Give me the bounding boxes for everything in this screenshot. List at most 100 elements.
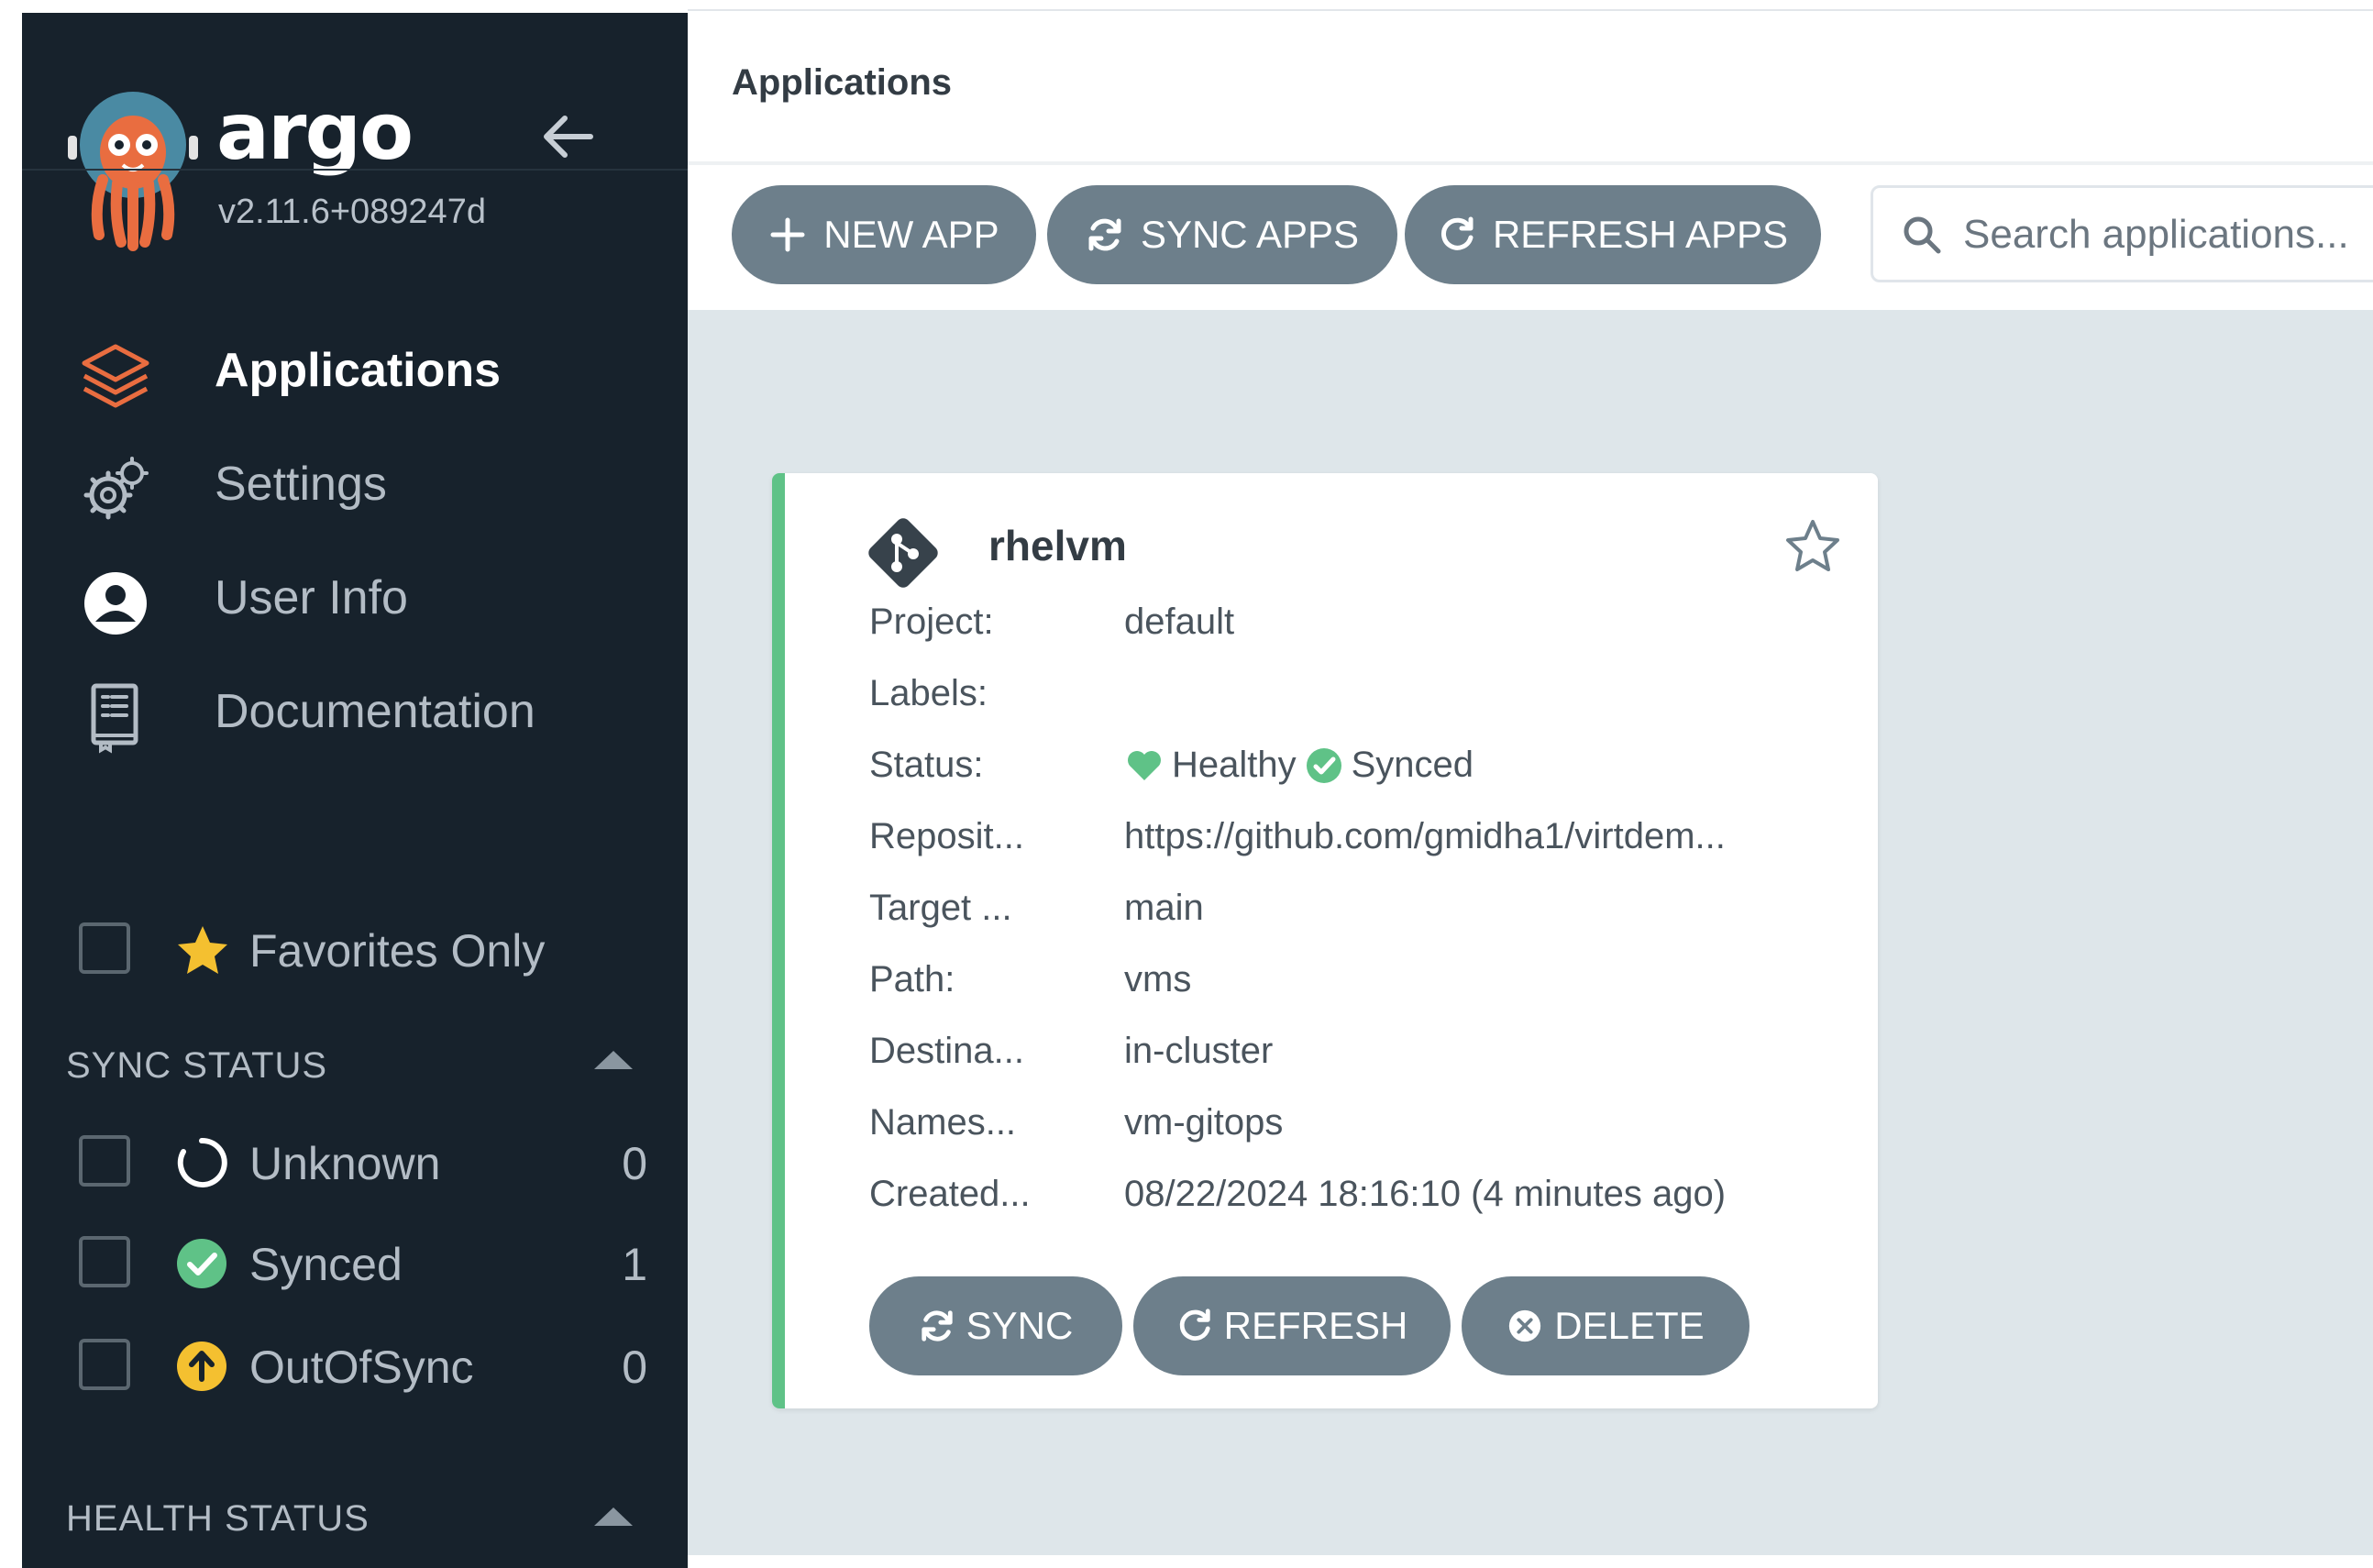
check-circle-icon bbox=[177, 1239, 226, 1288]
new-app-label: NEW APP bbox=[823, 213, 999, 256]
brand: argo v2.11.6+089247d bbox=[22, 13, 688, 251]
sync-button[interactable]: SYNC bbox=[869, 1276, 1122, 1375]
sync-synced-checkbox[interactable] bbox=[79, 1236, 130, 1287]
brand-divider bbox=[22, 169, 688, 171]
sync-filter-label: OutOfSync bbox=[249, 1342, 474, 1393]
refresh-icon bbox=[1179, 1309, 1210, 1341]
favorites-only-label: Favorites Only bbox=[249, 925, 546, 977]
check-circle-icon bbox=[1306, 747, 1341, 783]
field-destination: Destina... in-cluster bbox=[869, 1020, 1841, 1091]
brand-version: v2.11.6+089247d bbox=[218, 193, 486, 231]
sidebar-item-user-info[interactable]: User Info bbox=[22, 543, 688, 657]
plus-icon bbox=[770, 217, 805, 252]
argo-octopus-logo-icon bbox=[68, 92, 198, 251]
field-value: default bbox=[1124, 602, 1235, 642]
sidebar: argo v2.11.6+089247d Applications Settin bbox=[22, 13, 688, 1568]
sidebar-item-settings[interactable]: Settings bbox=[22, 429, 688, 543]
sync-filter-count: 0 bbox=[622, 1138, 647, 1189]
field-labels: Labels: bbox=[869, 662, 1841, 734]
sync-outofsync-checkbox[interactable] bbox=[79, 1339, 130, 1390]
field-value: 08/22/2024 18:16:10 (4 minutes ago) bbox=[1124, 1174, 1727, 1214]
refresh-label: REFRESH bbox=[1223, 1304, 1408, 1347]
sidebar-item-label: Applications bbox=[215, 344, 502, 397]
sync-filter-count: 1 bbox=[622, 1239, 647, 1290]
app-name: rhelvm bbox=[988, 522, 1127, 569]
field-value: vms bbox=[1124, 959, 1192, 999]
user-circle-icon bbox=[84, 572, 147, 635]
favorites-only-filter[interactable]: Favorites Only bbox=[79, 915, 666, 981]
field-key: Labels: bbox=[869, 673, 988, 713]
health-status-title: HEALTH STATUS bbox=[66, 1498, 370, 1539]
card-actions: SYNC REFRESH DELETE bbox=[869, 1276, 1841, 1377]
sync-unknown-checkbox[interactable] bbox=[79, 1135, 130, 1187]
page-header: Applications bbox=[688, 11, 2373, 167]
times-circle-icon bbox=[1509, 1309, 1541, 1342]
layers-icon bbox=[82, 344, 149, 408]
field-key: Path: bbox=[869, 959, 955, 999]
field-repository: Reposit... https://github.com/gmidha1/vi… bbox=[869, 805, 1841, 877]
book-icon bbox=[91, 683, 138, 754]
field-created: Created... 08/22/2024 18:16:10 (4 minute… bbox=[869, 1163, 1841, 1234]
sidebar-item-label: User Info bbox=[215, 571, 408, 624]
search-input[interactable] bbox=[1961, 201, 2373, 269]
field-key: Destina... bbox=[869, 1031, 1024, 1071]
field-target-revision: Target ... main bbox=[869, 877, 1841, 948]
sidebar-item-documentation[interactable]: Documentation bbox=[22, 657, 688, 770]
app-details: Project: default Labels: Status: Healthy bbox=[869, 591, 1841, 1234]
page-title: Applications bbox=[732, 62, 953, 103]
sidebar-item-label: Settings bbox=[215, 458, 387, 511]
status-value: Healthy Synced bbox=[1124, 745, 1473, 786]
refresh-icon bbox=[1440, 216, 1473, 250]
sync-icon bbox=[921, 1310, 953, 1342]
delete-label: DELETE bbox=[1554, 1304, 1705, 1347]
toolbar: NEW APP SYNC APPS REFRESH APPS bbox=[688, 165, 2373, 310]
field-value: https://github.com/gmidha1/virtdem... bbox=[1124, 816, 1726, 856]
field-path: Path: vms bbox=[869, 948, 1841, 1020]
favorites-only-checkbox[interactable] bbox=[79, 922, 130, 974]
field-key: Created... bbox=[869, 1174, 1031, 1214]
sync-filter-label: Synced bbox=[249, 1239, 403, 1290]
refresh-button[interactable]: REFRESH bbox=[1133, 1276, 1451, 1375]
sync-status-title: SYNC STATUS bbox=[66, 1045, 328, 1086]
field-status: Status: Healthy Synced bbox=[869, 734, 1841, 805]
health-status-collapse-icon[interactable] bbox=[590, 1502, 636, 1529]
application-card[interactable]: rhelvm Project: default Labels: Status: … bbox=[772, 473, 1878, 1408]
delete-button[interactable]: DELETE bbox=[1462, 1276, 1749, 1375]
health-status-text: Healthy bbox=[1172, 745, 1297, 785]
sync-apps-button[interactable]: SYNC APPS bbox=[1047, 185, 1397, 284]
sync-filter-outofsync[interactable]: OutOfSync 0 bbox=[79, 1333, 647, 1399]
collapse-sidebar-arrow-icon[interactable] bbox=[535, 105, 600, 169]
new-app-button[interactable]: NEW APP bbox=[732, 185, 1036, 284]
sync-filter-label: Unknown bbox=[249, 1138, 441, 1189]
circle-notch-icon bbox=[177, 1137, 227, 1187]
sync-filter-synced[interactable]: Synced 1 bbox=[79, 1231, 647, 1297]
field-namespace: Names... vm-gitops bbox=[869, 1091, 1841, 1163]
sidebar-item-applications[interactable]: Applications bbox=[22, 315, 688, 429]
sync-status-collapse-icon[interactable] bbox=[590, 1045, 636, 1073]
refresh-apps-button[interactable]: REFRESH APPS bbox=[1405, 185, 1821, 284]
arrow-up-circle-icon bbox=[177, 1342, 226, 1391]
field-key: Names... bbox=[869, 1102, 1017, 1143]
star-icon bbox=[178, 926, 227, 974]
sync-filter-count: 0 bbox=[622, 1342, 647, 1393]
sync-icon bbox=[1088, 218, 1121, 251]
sync-status-text: Synced bbox=[1351, 745, 1474, 785]
search-icon bbox=[1904, 216, 1941, 254]
search-box[interactable] bbox=[1871, 185, 2373, 282]
health-status-stripe bbox=[772, 473, 785, 1408]
star-outline-icon[interactable] bbox=[1784, 517, 1841, 574]
sidebar-nav: Applications Settings User Info Document… bbox=[22, 315, 688, 770]
field-value: in-cluster bbox=[1124, 1031, 1274, 1071]
sidebar-item-label: Documentation bbox=[215, 685, 535, 738]
heart-icon bbox=[1128, 750, 1161, 780]
sync-label: SYNC bbox=[966, 1304, 1074, 1347]
sync-filter-unknown[interactable]: Unknown 0 bbox=[79, 1130, 647, 1196]
field-key: Status: bbox=[869, 745, 984, 785]
applications-content: rhelvm Project: default Labels: Status: … bbox=[688, 310, 2373, 1555]
field-key: Target ... bbox=[869, 888, 1012, 928]
gears-icon bbox=[83, 457, 149, 520]
git-diamond-icon bbox=[868, 518, 938, 588]
field-key: Project: bbox=[869, 602, 994, 642]
brand-name: argo bbox=[216, 86, 414, 178]
field-key: Reposit... bbox=[869, 816, 1024, 856]
